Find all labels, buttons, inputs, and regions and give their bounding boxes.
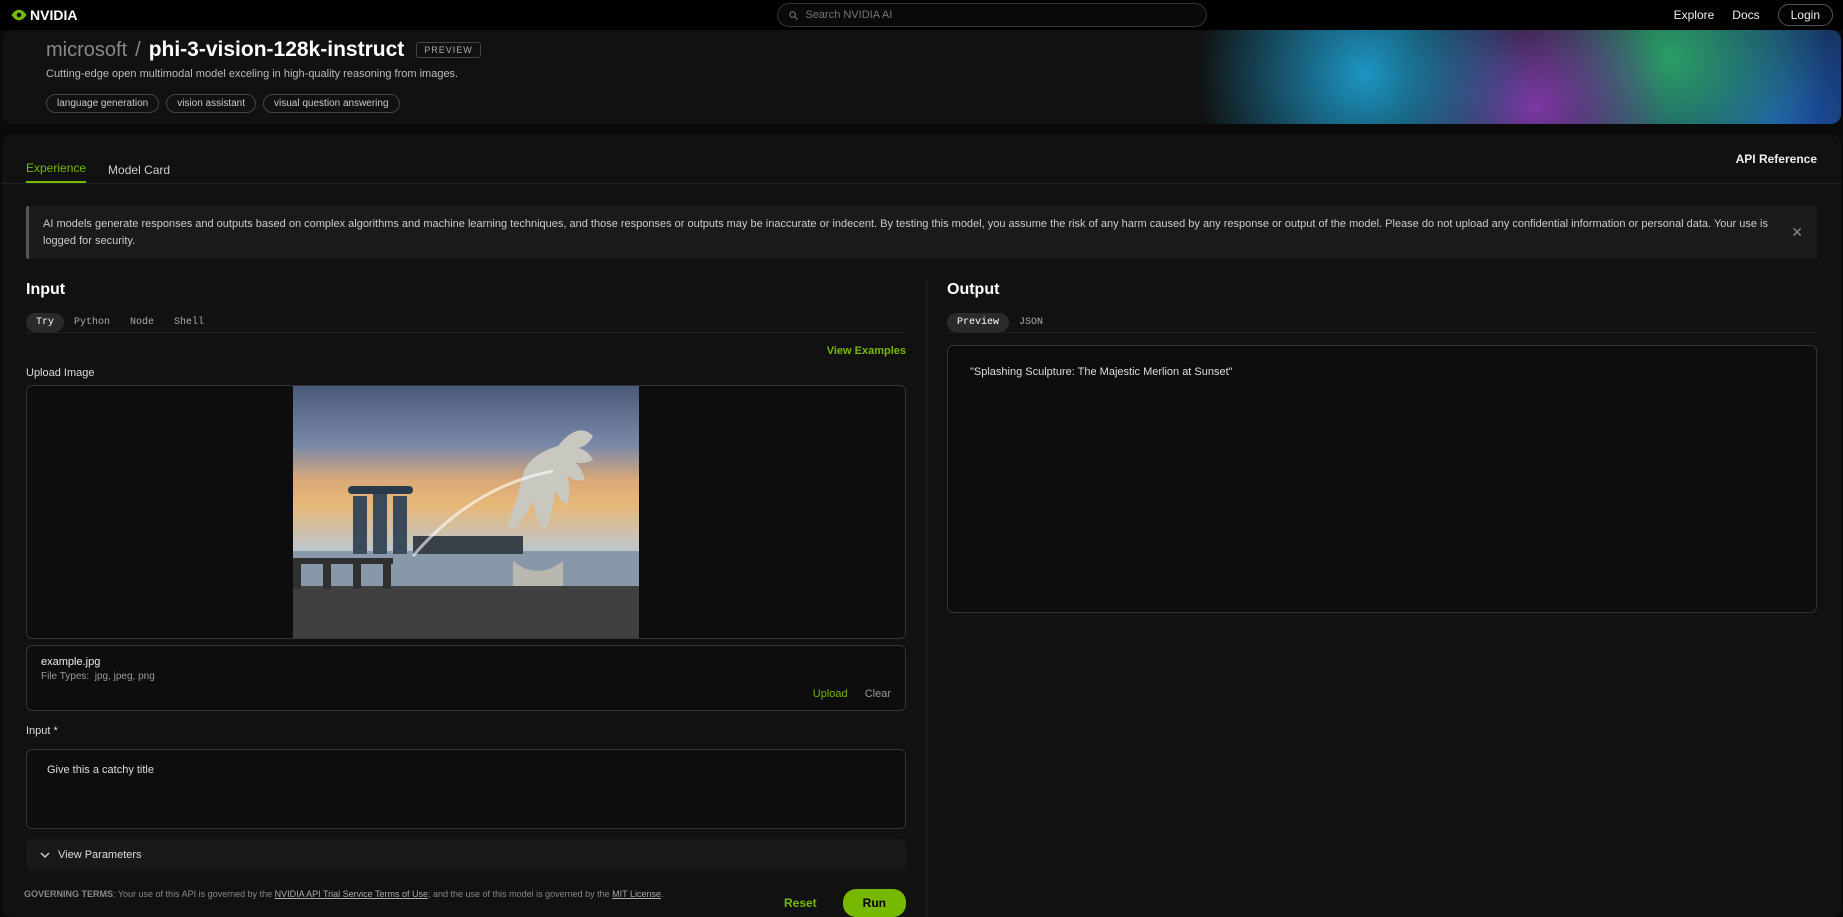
model-subtitle: Cutting-edge open multimodal model excel… bbox=[46, 68, 1797, 80]
nvidia-logo[interactable]: NVIDIA bbox=[10, 6, 77, 24]
disclaimer-alert: AI models generate responses and outputs… bbox=[26, 206, 1817, 259]
output-title: Output bbox=[947, 281, 1817, 299]
model-org[interactable]: microsoft bbox=[46, 39, 127, 62]
input-title: Input bbox=[26, 281, 906, 299]
model-tags: language generation vision assistant vis… bbox=[46, 94, 1797, 113]
view-examples-link[interactable]: View Examples bbox=[26, 345, 906, 357]
file-types: File Types: jpg, jpeg, png bbox=[41, 671, 891, 682]
code-tab-shell[interactable]: Shell bbox=[164, 313, 214, 332]
api-reference-link[interactable]: API Reference bbox=[1736, 152, 1817, 166]
output-tabs: Preview JSON bbox=[947, 313, 1817, 333]
upload-image-label: Upload Image bbox=[26, 367, 906, 379]
tab-experience[interactable]: Experience bbox=[26, 161, 86, 183]
tag-item[interactable]: language generation bbox=[46, 94, 159, 113]
output-panel: Output Preview JSON "Splashing Sculpture… bbox=[926, 281, 1817, 917]
breadcrumb-sep: / bbox=[135, 39, 141, 62]
prompt-input[interactable]: Give this a catchy title bbox=[26, 749, 906, 829]
output-text: "Splashing Sculpture: The Majestic Merli… bbox=[947, 345, 1817, 613]
nvidia-eye-icon bbox=[10, 6, 28, 24]
search-input[interactable] bbox=[805, 9, 1196, 21]
uploaded-image bbox=[293, 386, 639, 638]
login-button[interactable]: Login bbox=[1778, 4, 1833, 26]
view-parameters-label: View Parameters bbox=[58, 849, 142, 861]
code-tab-try[interactable]: Try bbox=[26, 313, 64, 332]
terms-link[interactable]: NVIDIA API Trial Service Terms of Use bbox=[275, 889, 428, 899]
main-panel: Experience Model Card API Reference AI m… bbox=[2, 134, 1841, 917]
model-header: microsoft / phi-3-vision-128k-instruct P… bbox=[2, 30, 1841, 124]
governing-terms: GOVERNING TERMS: Your use of this API is… bbox=[24, 889, 664, 899]
clear-button[interactable]: Clear bbox=[865, 688, 891, 700]
preview-badge: PREVIEW bbox=[416, 42, 481, 58]
input-panel: Input Try Python Node Shell View Example… bbox=[26, 281, 926, 917]
reset-button[interactable]: Reset bbox=[774, 890, 827, 916]
input-text-label: Input bbox=[26, 725, 906, 737]
view-parameters-toggle[interactable]: View Parameters bbox=[26, 839, 906, 871]
upload-button[interactable]: Upload bbox=[813, 688, 848, 700]
image-preview[interactable] bbox=[26, 385, 906, 639]
output-tab-json[interactable]: JSON bbox=[1009, 313, 1053, 332]
code-tabs: Try Python Node Shell bbox=[26, 313, 906, 333]
logo-text: NVIDIA bbox=[30, 7, 77, 23]
file-info-box: example.jpg File Types: jpg, jpeg, png U… bbox=[26, 645, 906, 711]
code-tab-python[interactable]: Python bbox=[64, 313, 120, 332]
tag-item[interactable]: vision assistant bbox=[166, 94, 256, 113]
alert-close-button[interactable]: ✕ bbox=[1771, 222, 1803, 243]
chevron-down-icon bbox=[40, 850, 50, 860]
topbar-right: Explore Docs Login bbox=[1674, 4, 1833, 26]
top-bar: NVIDIA Explore Docs Login bbox=[0, 0, 1843, 30]
model-name: phi-3-vision-128k-instruct bbox=[149, 38, 405, 62]
code-tab-node[interactable]: Node bbox=[120, 313, 164, 332]
uploaded-file-name: example.jpg bbox=[41, 656, 891, 668]
main-tabs: Experience Model Card API Reference bbox=[2, 134, 1841, 184]
search-icon bbox=[788, 10, 799, 21]
breadcrumb: microsoft / phi-3-vision-128k-instruct P… bbox=[46, 38, 1797, 62]
alert-text: AI models generate responses and outputs… bbox=[43, 216, 1771, 249]
search-wrap bbox=[777, 3, 1207, 27]
tab-model-card[interactable]: Model Card bbox=[108, 163, 170, 183]
output-tab-preview[interactable]: Preview bbox=[947, 313, 1009, 332]
search-bar[interactable] bbox=[777, 3, 1207, 27]
run-button[interactable]: Run bbox=[843, 889, 906, 917]
nav-explore[interactable]: Explore bbox=[1674, 8, 1715, 22]
nav-docs[interactable]: Docs bbox=[1732, 8, 1759, 22]
tag-item[interactable]: visual question answering bbox=[263, 94, 400, 113]
license-link[interactable]: MIT License bbox=[612, 889, 661, 899]
